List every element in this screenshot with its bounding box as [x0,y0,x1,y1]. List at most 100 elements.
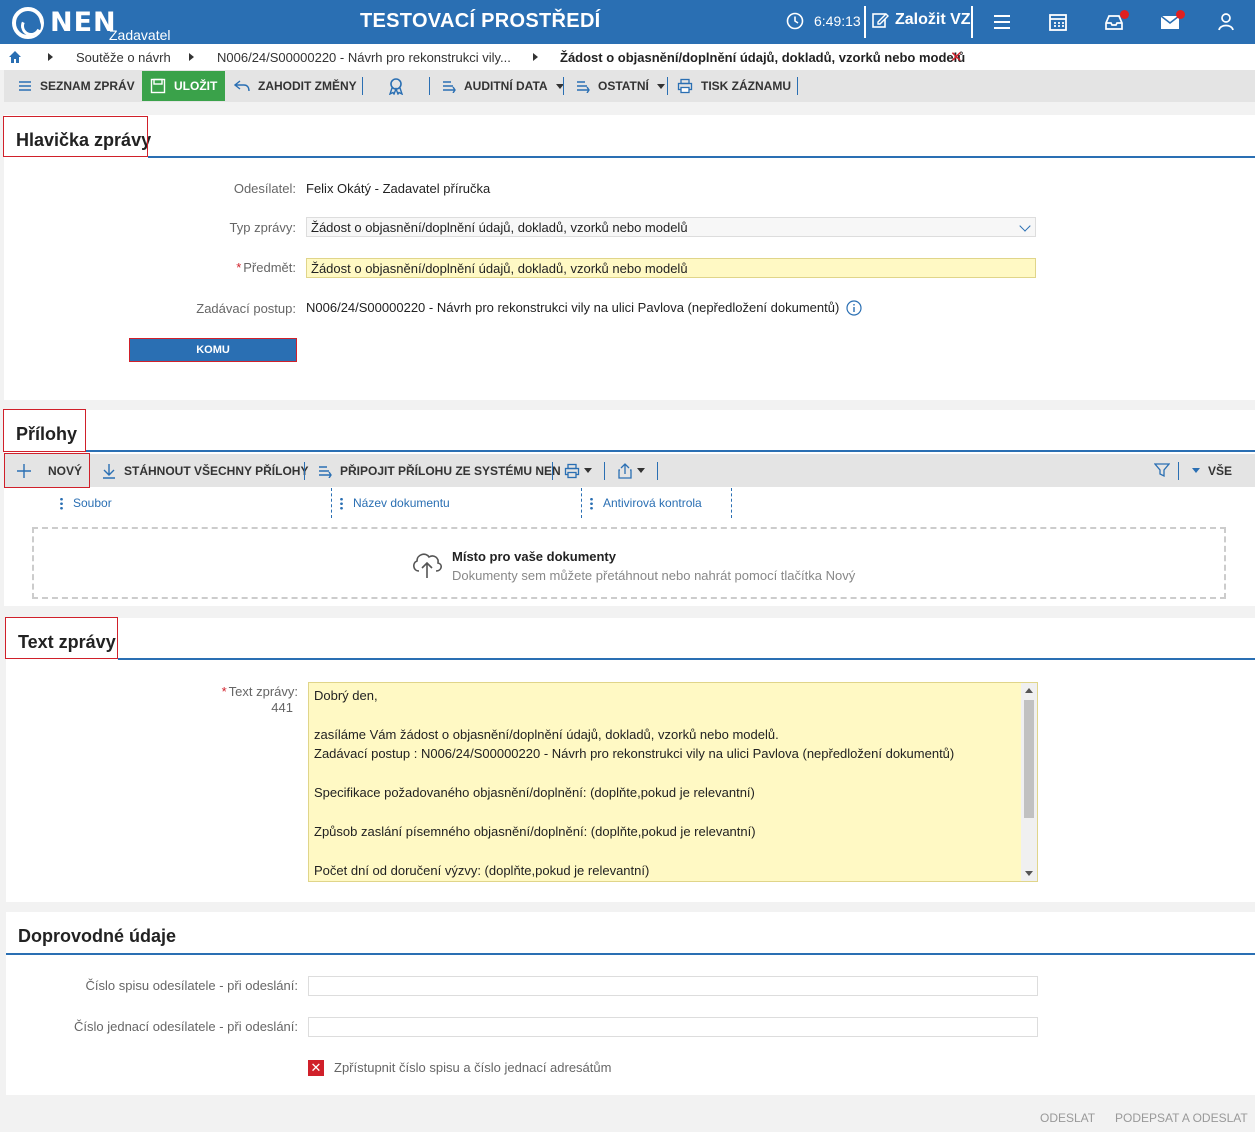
notification-dot [1120,10,1129,19]
print-record-button[interactable]: TISK ZÁZNAMU [677,70,791,102]
main-toolbar: SEZNAM ZPRÁV ULOŽIT ZAHODIT ZMĚNY AUDITN… [4,70,1255,102]
text-line: Počet dní od doručení výzvy: (doplňte,po… [314,863,650,878]
file-dropzone[interactable]: Místo pro vaše dokumenty Dokumenty sem m… [32,527,1226,599]
column-divider [731,488,732,518]
breadcrumb-item-contests[interactable]: Soutěže o návrh [76,50,171,65]
discard-label: ZAHODIT ZMĚNY [258,79,357,93]
message-text-area[interactable]: Dobrý den, zasíláme Vám žádost o objasně… [308,682,1038,882]
chevron-right-icon [189,53,194,61]
subject-input[interactable]: Žádost o objasnění/doplnění údajů, dokla… [306,258,1036,278]
clock-icon [786,12,804,30]
breadcrumb-item-current: Žádost o objasnění/doplnění údajů, dokla… [560,50,966,65]
share-numbers-checkbox[interactable]: ✕ [308,1060,324,1076]
message-list-label: SEZNAM ZPRÁV [40,79,135,93]
edit-icon [872,13,889,28]
filter-icon[interactable] [1154,462,1170,478]
filter-list-icon [577,81,590,93]
message-list-button[interactable]: SEZNAM ZPRÁV [18,70,135,102]
procedure-label: Zadávací postup: [196,301,296,316]
show-all-label: VŠE [1208,463,1233,478]
unchecked-x-icon: ✕ [310,1060,322,1075]
logo-text: NEN [50,7,117,38]
topbar-divider [971,6,973,38]
create-vz-label: Založit VZ [895,11,971,28]
text-line: zasíláme Vám žádost o objasnění/doplnění… [314,727,779,742]
breadcrumb: Soutěže o návrh N006/24/S00000220 - Návr… [0,44,1255,70]
show-all-button[interactable]: VŠE [1192,454,1232,487]
breadcrumb-item-procedure[interactable]: N006/24/S00000220 - Návrh pro rekonstruk… [217,50,511,65]
column-header-label: Název dokumentu [353,496,450,510]
logo-subtitle: Zadavatel [109,27,171,43]
certificate-button[interactable] [387,70,405,102]
chevron-right-icon [533,53,538,61]
chevron-down-icon [584,468,592,473]
save-button[interactable]: ULOŽIT [142,71,226,101]
text-line: Dobrý den, [314,688,378,703]
download-all-button[interactable]: STÁHNOUT VŠECHNY PŘÍLOHY [102,454,308,487]
session-clock: 6:49:13 [786,12,861,30]
toolbar-divider [667,77,668,95]
toolbar-divider [304,462,305,480]
save-icon [150,78,166,94]
sign-and-send-button[interactable]: PODEPSAT A ODESLAT [1115,1111,1248,1125]
calendar-icon[interactable] [1047,11,1069,33]
textarea-scrollbar[interactable] [1021,683,1037,881]
toolbar-divider [1178,462,1179,480]
chevron-down-icon [637,468,645,473]
user-icon[interactable] [1215,11,1237,33]
column-header-antivirus[interactable]: Antivirová kontrola [590,496,702,510]
scroll-thumb[interactable] [1024,700,1034,818]
column-header-document-name[interactable]: Název dokumentu [340,496,450,510]
export-menu-button[interactable] [617,454,645,487]
sender-label: Odesílatel: [233,181,296,196]
toolbar-divider [604,462,605,480]
column-menu-icon [590,496,593,510]
reference-number-label: Číslo jednací odesílatele - při odeslání… [73,1019,298,1034]
toolbar-divider [563,77,564,95]
chevron-down-icon [1019,220,1031,232]
reference-number-input[interactable] [308,1017,1038,1037]
print-menu-button[interactable] [564,454,592,487]
message-text-label: * Text zprávy: [221,684,298,699]
menu-icon[interactable] [991,11,1013,33]
column-header-label: Soubor [73,496,112,510]
close-icon[interactable]: ✕ [950,48,963,66]
logo-icon [12,7,44,39]
accompanying-data-panel [6,912,1255,1095]
discard-changes-button[interactable]: ZAHODIT ZMĚNY [234,70,357,102]
scroll-down-icon[interactable] [1025,871,1033,876]
print-icon [564,463,580,478]
message-type-select[interactable]: Žádost o objasnění/doplnění údajů, dokla… [306,217,1036,237]
file-number-label: Číslo spisu odesílatele - při odeslání: [85,978,298,993]
section-divider [6,953,1255,955]
toolbar-divider [797,77,798,95]
recipients-button[interactable]: KOMU [129,338,297,362]
send-button[interactable]: ODESLAT [1040,1111,1095,1125]
info-icon[interactable] [846,300,862,316]
download-all-label: STÁHNOUT VŠECHNY PŘÍLOHY [124,463,309,478]
home-icon[interactable] [8,50,22,64]
save-label: ULOŽIT [174,79,218,93]
column-divider [331,488,332,518]
text-line: Specifikace požadovaného objasnění/dopln… [314,785,755,800]
attach-from-nen-button[interactable]: PŘIPOJIT PŘÍLOHU ZE SYSTÉMU NEN [318,454,561,487]
audit-data-label: AUDITNÍ DATA [464,79,548,93]
section-divider [148,156,1255,158]
file-number-input[interactable] [308,976,1038,996]
cloud-upload-icon [413,553,442,578]
column-header-file[interactable]: Soubor [60,496,112,510]
dropzone-hint: Dokumenty sem můžete přetáhnout nebo nah… [452,568,856,583]
scroll-up-icon[interactable] [1025,688,1033,693]
sender-value: Felix Okátý - Zadavatel příručka [306,181,491,196]
other-button[interactable]: OSTATNÍ [576,70,665,102]
create-vz-button[interactable]: Založit VZ [871,11,971,29]
text-line: Zadávací postup : N006/24/S00000220 - Ná… [314,746,955,761]
toolbar-divider [429,77,430,95]
highlight-box [5,617,118,659]
certificate-icon [388,78,404,95]
chevron-down-icon [656,83,665,89]
environment-title: TESTOVACÍ PROSTŘEDÍ [360,10,601,32]
audit-data-button[interactable]: AUDITNÍ DATA [442,70,564,102]
chevron-right-icon [48,53,53,61]
column-menu-icon [60,496,63,510]
